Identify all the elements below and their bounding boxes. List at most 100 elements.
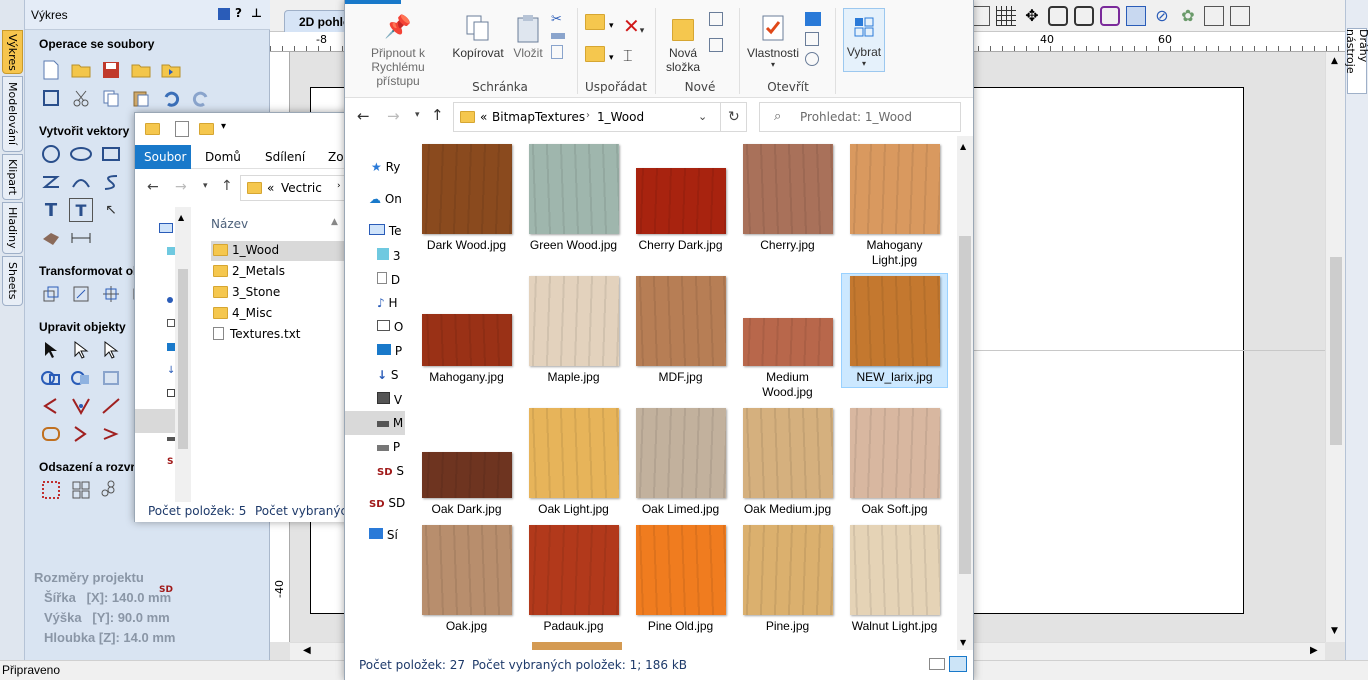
nav-item-desktop[interactable]: P xyxy=(377,344,402,358)
recent-locations-icon[interactable]: ▾ xyxy=(415,110,420,120)
refresh-icon[interactable]: ↻ xyxy=(728,109,740,125)
file-thumbnail[interactable]: Green Wood.jpg xyxy=(520,144,627,253)
tab-zobrazeni[interactable]: Zo xyxy=(328,150,344,164)
sort-icon[interactable]: ▲ xyxy=(331,217,338,227)
sd-drive-icon[interactable]: S xyxy=(167,457,173,467)
open-folder-icon[interactable] xyxy=(69,58,93,82)
arc-tool-icon[interactable] xyxy=(69,170,93,194)
nav-item-3d-objects[interactable]: 3 xyxy=(377,248,400,263)
file-thumbnail[interactable]: Mahogany.jpg xyxy=(413,276,520,385)
scrollbar-thumb[interactable] xyxy=(178,269,188,449)
nav-item-quick-access[interactable]: ★ Ry xyxy=(371,160,400,174)
paste-shortcut-icon[interactable] xyxy=(551,45,563,59)
new-folder-icon[interactable] xyxy=(199,123,214,135)
nav-item-network[interactable]: Sí xyxy=(369,528,398,542)
cut-icon[interactable] xyxy=(69,86,93,110)
search-box[interactable]: ⌕ Prohledat: 1_Wood xyxy=(759,102,961,132)
transform-select-icon[interactable] xyxy=(99,338,123,362)
nav-item-local-disk[interactable]: M xyxy=(377,416,403,430)
nav-scrollbar[interactable]: ▲ xyxy=(175,207,191,502)
fillet-icon[interactable] xyxy=(39,422,63,446)
back-icon[interactable]: ← xyxy=(357,107,370,125)
rename-button[interactable]: ⌶ xyxy=(623,46,633,66)
dimension-icon[interactable] xyxy=(69,226,93,250)
scale-icon[interactable] xyxy=(69,282,93,306)
breadcrumb[interactable]: BitmapTextures xyxy=(492,110,585,124)
file-thumbnail[interactable]: Walnut Light.jpg xyxy=(841,525,948,634)
rectangle-tool-icon[interactable] xyxy=(99,142,123,166)
help-icon[interactable]: ? xyxy=(235,6,242,20)
scroll-left-icon[interactable]: ◀ xyxy=(303,645,311,656)
back-icon[interactable]: ← xyxy=(147,179,159,195)
music-icon[interactable] xyxy=(167,297,173,303)
address-dropdown-icon[interactable]: ⌄ xyxy=(698,110,707,123)
zoom-selection-icon[interactable] xyxy=(1100,6,1120,26)
cut-icon[interactable]: ✂ xyxy=(551,12,565,27)
nav-item-documents[interactable]: D xyxy=(377,272,400,287)
array-icon[interactable] xyxy=(69,478,93,502)
open-template-icon[interactable] xyxy=(129,58,153,82)
curve-fit-icon[interactable] xyxy=(39,394,63,418)
dock-icon[interactable] xyxy=(218,8,230,20)
sd-drive-icon[interactable]: SD xyxy=(159,585,173,595)
scroll-down-icon[interactable]: ▼ xyxy=(1331,626,1338,636)
file-thumbnail[interactable]: Oak Medium.jpg xyxy=(734,408,841,517)
undo-icon[interactable] xyxy=(159,86,183,110)
nesting-icon[interactable] xyxy=(99,478,123,502)
nav-item-music[interactable]: ♪ H xyxy=(377,296,398,310)
edit-icon[interactable] xyxy=(805,32,819,46)
vertical-scrollbar[interactable]: ▲ ▼ xyxy=(1325,52,1345,642)
text-adjust-icon[interactable]: ↖ xyxy=(99,198,123,222)
tab-soubor[interactable]: Soubor xyxy=(135,145,191,169)
join-vectors-icon[interactable] xyxy=(69,394,93,418)
nav-item-downloads[interactable]: ↓ S xyxy=(377,368,399,382)
subtract-icon[interactable] xyxy=(69,366,93,390)
file-thumbnail[interactable]: Cherry Dark.jpg xyxy=(627,144,734,253)
text-tool-icon[interactable]: T xyxy=(39,198,63,222)
align-icon[interactable] xyxy=(99,282,123,306)
save-icon[interactable] xyxy=(99,58,123,82)
open-icon[interactable] xyxy=(805,12,821,26)
customize-toolbar-icon[interactable]: ▾ xyxy=(221,121,226,132)
tab-modelovani[interactable]: Modelování xyxy=(2,76,23,152)
tab-vykres[interactable]: Výkres xyxy=(2,30,23,74)
easy-access-icon[interactable] xyxy=(709,38,723,52)
file-thumbnail[interactable]: Oak Soft.jpg xyxy=(841,408,948,517)
circle-tool-icon[interactable] xyxy=(39,142,63,166)
intersect-icon[interactable] xyxy=(99,366,123,390)
scroll-up-icon[interactable]: ▲ xyxy=(960,142,966,151)
address-bar[interactable]: « BitmapTextures › 1_Wood ⌄ ↻ xyxy=(453,102,747,132)
file-thumbnail[interactable]: MDF.jpg xyxy=(627,276,734,385)
pin-icon[interactable]: ⊥ xyxy=(251,6,262,20)
file-thumbnail[interactable]: Padauk.jpg xyxy=(520,525,627,634)
snap-icon[interactable] xyxy=(1126,6,1146,26)
file-thumbnail[interactable]: NEW_larix.jpg xyxy=(841,273,948,388)
nav-item-this-pc[interactable]: Te xyxy=(369,224,402,238)
file-thumbnail[interactable]: Oak.jpg xyxy=(413,525,520,634)
list-item[interactable]: 4_Misc xyxy=(213,306,272,320)
trace-bitmap-icon[interactable] xyxy=(39,226,63,250)
tab-sheets[interactable]: Sheets xyxy=(2,256,23,306)
new-item-icon[interactable] xyxy=(709,12,723,26)
move-icon[interactable] xyxy=(39,282,63,306)
pan-icon[interactable]: ✥ xyxy=(1022,6,1042,26)
up-icon[interactable]: ↑ xyxy=(431,106,444,124)
new-file-icon[interactable] xyxy=(39,58,63,82)
copy-icon[interactable] xyxy=(99,86,123,110)
snap-grid-icon[interactable] xyxy=(996,6,1016,26)
file-thumbnail[interactable]: Oak Light.jpg xyxy=(520,408,627,517)
scrollbar-thumb[interactable] xyxy=(959,236,971,574)
curve-tool-icon[interactable] xyxy=(99,170,123,194)
file-thumbnail[interactable]: Dark Wood.jpg xyxy=(413,144,520,253)
select-icon[interactable] xyxy=(39,338,63,362)
file-thumbnail[interactable]: Cherry.jpg xyxy=(734,144,841,253)
paste-icon[interactable] xyxy=(129,86,153,110)
nav-item-sd-card-root[interactable]: SD SD xyxy=(369,496,405,510)
scroll-right-icon[interactable]: ▶ xyxy=(1310,645,1318,656)
breadcrumb[interactable]: Vectric xyxy=(281,181,322,195)
trim-icon[interactable] xyxy=(69,422,93,446)
select-button[interactable]: Vybrat ▾ xyxy=(843,8,885,72)
move-to-button[interactable]: ▾ xyxy=(585,14,614,31)
scrollbar-thumb[interactable] xyxy=(1330,257,1342,445)
import-icon[interactable] xyxy=(159,58,183,82)
